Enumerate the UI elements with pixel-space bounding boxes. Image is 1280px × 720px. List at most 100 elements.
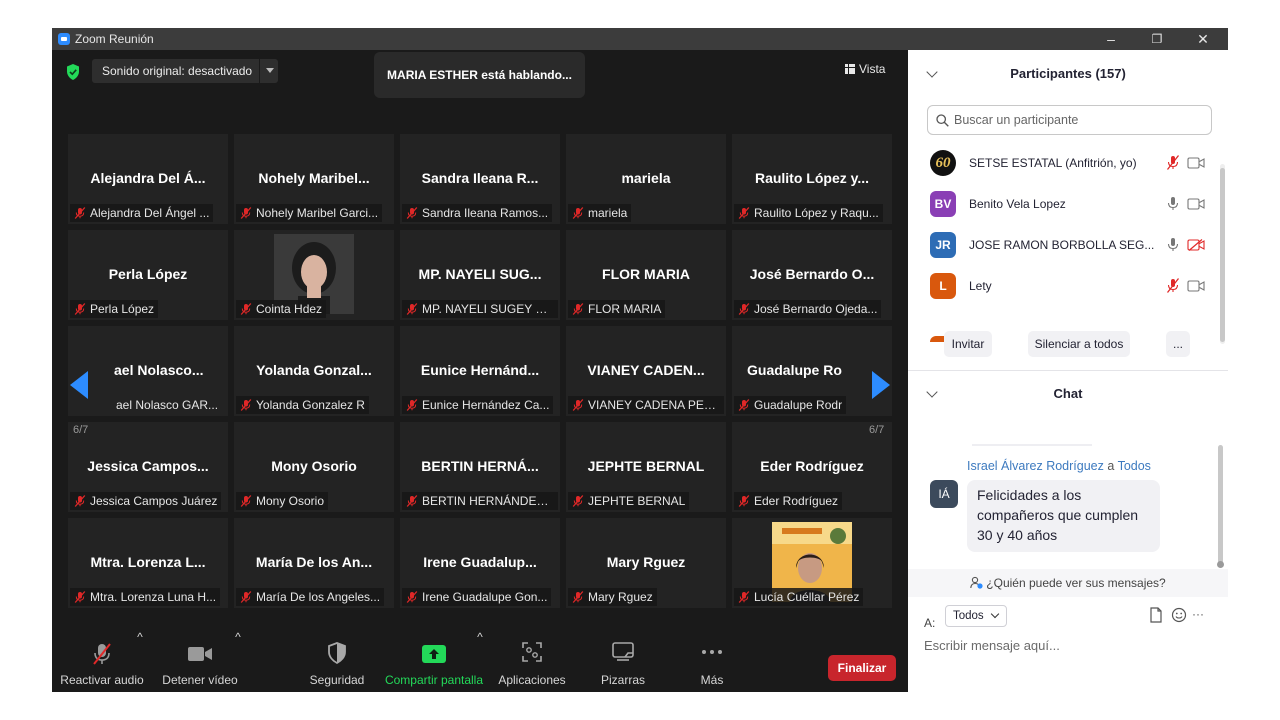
mute-all-button[interactable]: Silenciar a todos [1028,331,1130,357]
participant-tile[interactable]: Nohely Maribel... Nohely Maribel Garci... [234,134,394,224]
chat-scrollbar[interactable] [1218,445,1223,565]
more-label: Más [700,673,724,687]
participant-tile[interactable]: JEPHTE BERNAL JEPHTE BERNAL [566,422,726,512]
participant-tile[interactable]: Perla López Perla López [68,230,228,320]
apps-button[interactable]: Aplicaciones [492,630,572,692]
microphone-muted-icon [406,399,418,411]
participant-tile[interactable]: Mtra. Lorenza L... Mtra. Lorenza Luna H..… [68,518,228,608]
unmute-audio-button[interactable]: Reactivar audio [58,630,146,692]
whiteboards-button[interactable]: Pizarras [588,630,658,692]
participant-display-name: MP. NAYELI SUG... [418,266,542,282]
unmute-audio-label: Reactivar audio [60,673,144,687]
participant-avatar: L [930,273,956,299]
previous-page-button[interactable] [66,350,92,420]
chevron-down-icon [990,609,999,619]
more-button[interactable]: Más [682,630,742,692]
participant-tile[interactable]: ael Nolasco... ael Nolasco GAR... [68,326,228,416]
chat-recipient-select[interactable]: Todos [945,605,1007,627]
chat-to-word: a [1107,459,1115,473]
microphone-muted-icon [572,303,584,315]
microphone-muted-icon [406,495,418,507]
stop-video-button[interactable]: Detener vídeo [156,630,244,692]
original-sound-toggle[interactable]: Sonido original: desactivado [92,59,278,83]
more-dots-icon [702,650,722,654]
participant-row[interactable]: BV Benito Vela Lopez [930,185,1206,221]
next-page-button[interactable] [868,350,894,420]
participant-row[interactable]: 60 SETSE ESTATAL (Anfitrión, yo) [930,144,1206,180]
participant-name-label: Yolanda Gonzalez R [256,398,365,412]
chat-more-button[interactable]: ··· [1192,607,1204,621]
participant-name-tag: Eder Rodríguez [734,492,843,510]
participant-tile[interactable]: VIANEY CADEN... VIANEY CADENA PEÑA [566,326,726,416]
person-info-icon [970,576,983,589]
participant-name-tag: Nohely Maribel Garci... [236,204,383,222]
restore-button[interactable]: ❐ [1134,28,1180,50]
share-options-chevron-icon[interactable]: ^ [474,630,486,692]
participant-name-tag: Mary Rguez [568,588,657,606]
view-button[interactable]: Vista [845,62,885,80]
participant-avatar: JR [930,232,956,258]
security-button[interactable]: Seguridad [302,630,372,692]
participant-name-label: Mary Rguez [588,590,653,604]
participant-tile[interactable]: Sandra Ileana R... Sandra Ileana Ramos... [400,134,560,224]
participant-tile[interactable]: FLOR MARIA FLOR MARIA [566,230,726,320]
whiteboards-label: Pizarras [600,673,645,687]
participant-display-name: Mtra. Lorenza L... [90,554,206,570]
participant-name-tag: Mony Osorio [236,492,329,510]
participant-row[interactable]: L Lety [930,267,1206,303]
microphone-muted-icon [738,399,750,411]
encryption-shield-icon[interactable] [66,64,80,80]
who-can-see-messages[interactable]: ¿Quién puede ver sus mensajes? [908,569,1228,597]
participant-tile[interactable]: Mary Rguez Mary Rguez [566,518,726,608]
participant-name-label: Sandra Ileana Ramos... [422,206,549,220]
audio-options-chevron-icon[interactable]: ^ [134,630,146,692]
participant-tile[interactable]: Cointa Hdez [234,230,394,320]
window-title: Zoom Reunión [75,32,154,46]
chat-sender[interactable]: Israel Álvarez Rodríguez [967,459,1104,473]
participant-display-name: Yolanda Gonzal... [256,362,372,378]
search-icon [936,114,949,127]
share-screen-button[interactable]: Compartir pantalla [382,630,486,692]
microphone-muted-icon [572,591,584,603]
participant-search[interactable] [927,105,1212,135]
microphone-muted-icon [74,495,86,507]
microphone-muted-icon [74,591,86,603]
participant-name-tag: Irene Guadalupe Gon... [402,588,552,606]
participant-tile[interactable]: Mony Osorio Mony Osorio [234,422,394,512]
minimize-button[interactable]: – [1088,28,1134,50]
chat-message-input[interactable] [924,634,1214,656]
participants-scrollbar[interactable] [1220,164,1225,344]
microphone-muted-icon [240,303,252,315]
video-options-chevron-icon[interactable]: ^ [232,630,244,692]
participant-name-tag: BERTIN HERNÁNDEZ ... [402,492,558,510]
participant-tile[interactable]: Alejandra Del Á... Alejandra Del Ángel ..… [68,134,228,224]
chat-recipient[interactable]: Todos [1118,459,1151,473]
participant-search-input[interactable] [954,111,1204,129]
participant-tile[interactable]: María De los An... María De los Angeles..… [234,518,394,608]
participant-display-name: Irene Guadalup... [423,554,537,570]
participant-tile[interactable]: Irene Guadalup... Irene Guadalupe Gon... [400,518,560,608]
file-icon[interactable] [1148,607,1164,623]
participant-tile[interactable]: mariela mariela [566,134,726,224]
participant-row[interactable]: JR JOSE RAMON BORBOLLA SEG... [930,226,1206,262]
chevron-down-icon[interactable] [266,68,274,73]
emoji-icon[interactable] [1171,607,1187,623]
participant-tile[interactable]: Eunice Hernánd... Eunice Hernández Ca... [400,326,560,416]
participant-tile[interactable]: Eder Rodríguez Eder Rodríguez [732,422,892,512]
participant-tile[interactable]: BERTIN HERNÁ... BERTIN HERNÁNDEZ ... [400,422,560,512]
end-meeting-button[interactable]: Finalizar [828,655,896,681]
close-button[interactable]: ✕ [1180,28,1226,50]
participant-name-tag: Perla López [70,300,159,318]
participants-more-button[interactable]: ... [1166,331,1190,357]
participant-tile[interactable]: MP. NAYELI SUG... MP. NAYELI SUGEY G... [400,230,560,320]
participant-tile[interactable]: José Bernardo O... José Bernardo Ojeda... [732,230,892,320]
participant-display-name: Jessica Campos... [87,458,209,474]
participant-tile[interactable]: Jessica Campos... Jessica Campos Juárez [68,422,228,512]
invite-button[interactable]: Invitar [944,331,992,357]
active-speaker-banner: MARIA ESTHER está hablando... [374,52,585,98]
participant-tile[interactable]: Lucía Cuéllar Pérez [732,518,892,608]
participant-tile[interactable]: Raulito López y... Raulito López y Raqu..… [732,134,892,224]
participants-header: Participantes (157) [1010,66,1126,81]
participant-tile[interactable]: Yolanda Gonzal... Yolanda Gonzalez R [234,326,394,416]
page-indicator-right: 6/7 [869,424,885,436]
